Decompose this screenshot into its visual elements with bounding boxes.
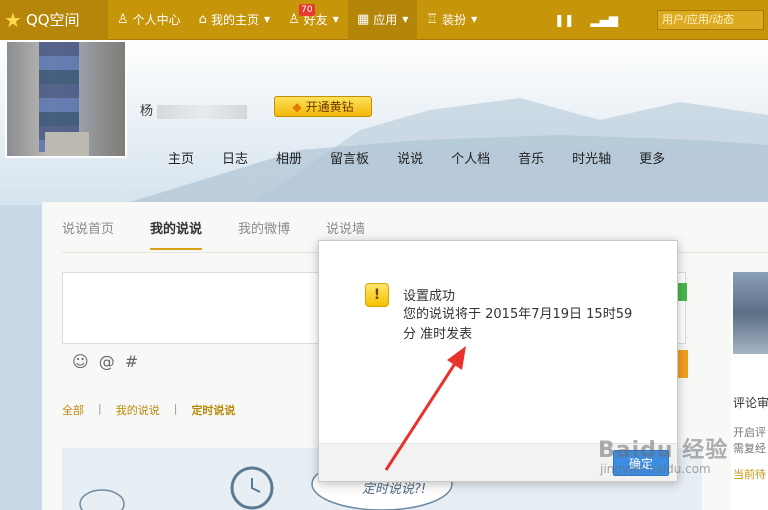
qzone-logo[interactable]: ★ QQ空间	[0, 0, 108, 40]
avatar-blur	[45, 132, 89, 156]
filter-scheduled[interactable]: 定时说说	[191, 402, 235, 418]
gold-button-label: 开通黄钻	[305, 100, 354, 114]
chevron-down-icon: ▼	[332, 15, 339, 24]
shirt-icon: ♖	[426, 12, 439, 27]
nav-personal-center[interactable]: ♙ 个人中心	[108, 0, 190, 40]
home-icon: ⌂	[198, 12, 207, 27]
comment-review-text: 需复经	[733, 442, 766, 455]
nav-friends[interactable]: ♙ 70 好友 ▼	[279, 0, 348, 40]
comment-review-link[interactable]: 当前待	[733, 466, 766, 482]
username-blur	[157, 104, 248, 119]
filter-separator: |	[98, 402, 102, 415]
notification-badge: 70	[299, 3, 315, 16]
nav-label: 装扮	[442, 13, 467, 27]
profile-nav-music[interactable]: 音乐	[518, 148, 544, 167]
profile-nav-shuoshuo[interactable]: 说说	[397, 148, 423, 167]
nav-label: 个人中心	[132, 13, 181, 27]
shuoshuo-filter: 全部 | 我的说说 | 定时说说	[62, 402, 235, 418]
username-text: 杨	[140, 104, 154, 119]
signal-bars-icon[interactable]: ▂▄▆	[590, 13, 618, 27]
profile-nav-more[interactable]: 更多	[639, 148, 665, 167]
hashtag-icon[interactable]: #	[125, 352, 138, 371]
filter-mine[interactable]: 我的说说	[116, 402, 160, 418]
baidu-watermark-url: jingyan.baidu.com	[600, 462, 711, 476]
profile-nav-timeline[interactable]: 时光轴	[572, 148, 611, 167]
shuoshuo-tabs: 说说首页 我的说说 我的微博 说说墙	[62, 218, 401, 250]
profile-header: 杨 ◆ 开通黄钻 主页 日志 相册 留言板 说说 个人档 音乐 时光轴 更多	[0, 40, 768, 205]
pause-icon[interactable]: ❚❚	[554, 13, 574, 27]
profile-nav-guestbook[interactable]: 留言板	[330, 148, 369, 167]
username: 杨	[140, 100, 260, 119]
avatar[interactable]	[5, 40, 127, 158]
dialog-message: 您的说说将于 2015年7月19日 15时59分 准时发表	[403, 307, 633, 342]
top-navigation-bar: ★ QQ空间 ♙ 个人中心 ⌂ 我的主页 ▼ ♙ 70 好友 ▼ ▦ 应用 ▼ …	[0, 0, 768, 40]
sidebar-photo[interactable]	[733, 272, 768, 354]
mention-icon[interactable]: @	[99, 352, 115, 371]
brand-name: QQ空间	[25, 11, 80, 29]
nav-label: 应用	[373, 13, 398, 27]
nav-my-homepage[interactable]: ⌂ 我的主页 ▼	[190, 0, 279, 40]
diamond-icon: ◆	[292, 99, 302, 114]
tab-my-shuoshuo[interactable]: 我的说说	[150, 218, 203, 250]
open-yellow-diamond-button[interactable]: ◆ 开通黄钻	[274, 96, 372, 117]
chevron-down-icon: ▼	[471, 15, 478, 24]
profile-nav-home[interactable]: 主页	[168, 148, 194, 167]
profile-nav: 主页 日志 相册 留言板 说说 个人档 音乐 时光轴 更多	[154, 148, 679, 167]
chevron-down-icon: ▼	[402, 15, 409, 24]
compose-tools: ☺ @ #	[72, 352, 148, 371]
publish-button[interactable]	[678, 350, 688, 378]
filter-separator: |	[173, 402, 178, 415]
nav-decorate[interactable]: ♖ 装扮 ▼	[417, 0, 486, 40]
nav-apps[interactable]: ▦ 应用 ▼	[347, 0, 418, 40]
exclamation-icon: !	[365, 283, 389, 307]
profile-nav-album[interactable]: 相册	[276, 148, 302, 167]
baidu-watermark: Baidu 经验	[598, 438, 729, 463]
profile-nav-blog[interactable]: 日志	[222, 148, 248, 167]
chevron-down-icon: ▼	[263, 15, 271, 24]
emoji-icon[interactable]: ☺	[72, 352, 89, 371]
friends-icon: ♙	[288, 12, 300, 27]
tab-shuoshuo-home[interactable]: 说说首页	[62, 218, 114, 237]
dialog-title: 设置成功	[403, 289, 456, 304]
profile-nav-profile[interactable]: 个人档	[451, 148, 490, 167]
right-sidebar: 评论审 开启评 需复经 当前待	[731, 272, 768, 510]
filter-all[interactable]: 全部	[62, 402, 84, 418]
tab-shuoshuo-wall[interactable]: 说说墙	[326, 218, 365, 237]
tab-my-weibo[interactable]: 我的微博	[238, 218, 290, 237]
apps-grid-icon: ▦	[356, 12, 370, 27]
search-input[interactable]	[657, 10, 764, 30]
person-icon: ♙	[117, 12, 129, 27]
comment-review-text: 开启评	[733, 426, 766, 439]
comment-review-title: 评论审	[733, 396, 768, 410]
nav-label: 我的主页	[210, 13, 259, 27]
star-logo-icon: ★	[4, 7, 22, 32]
toolbar-icons: ❚❚ ▂▄▆	[546, 13, 626, 27]
